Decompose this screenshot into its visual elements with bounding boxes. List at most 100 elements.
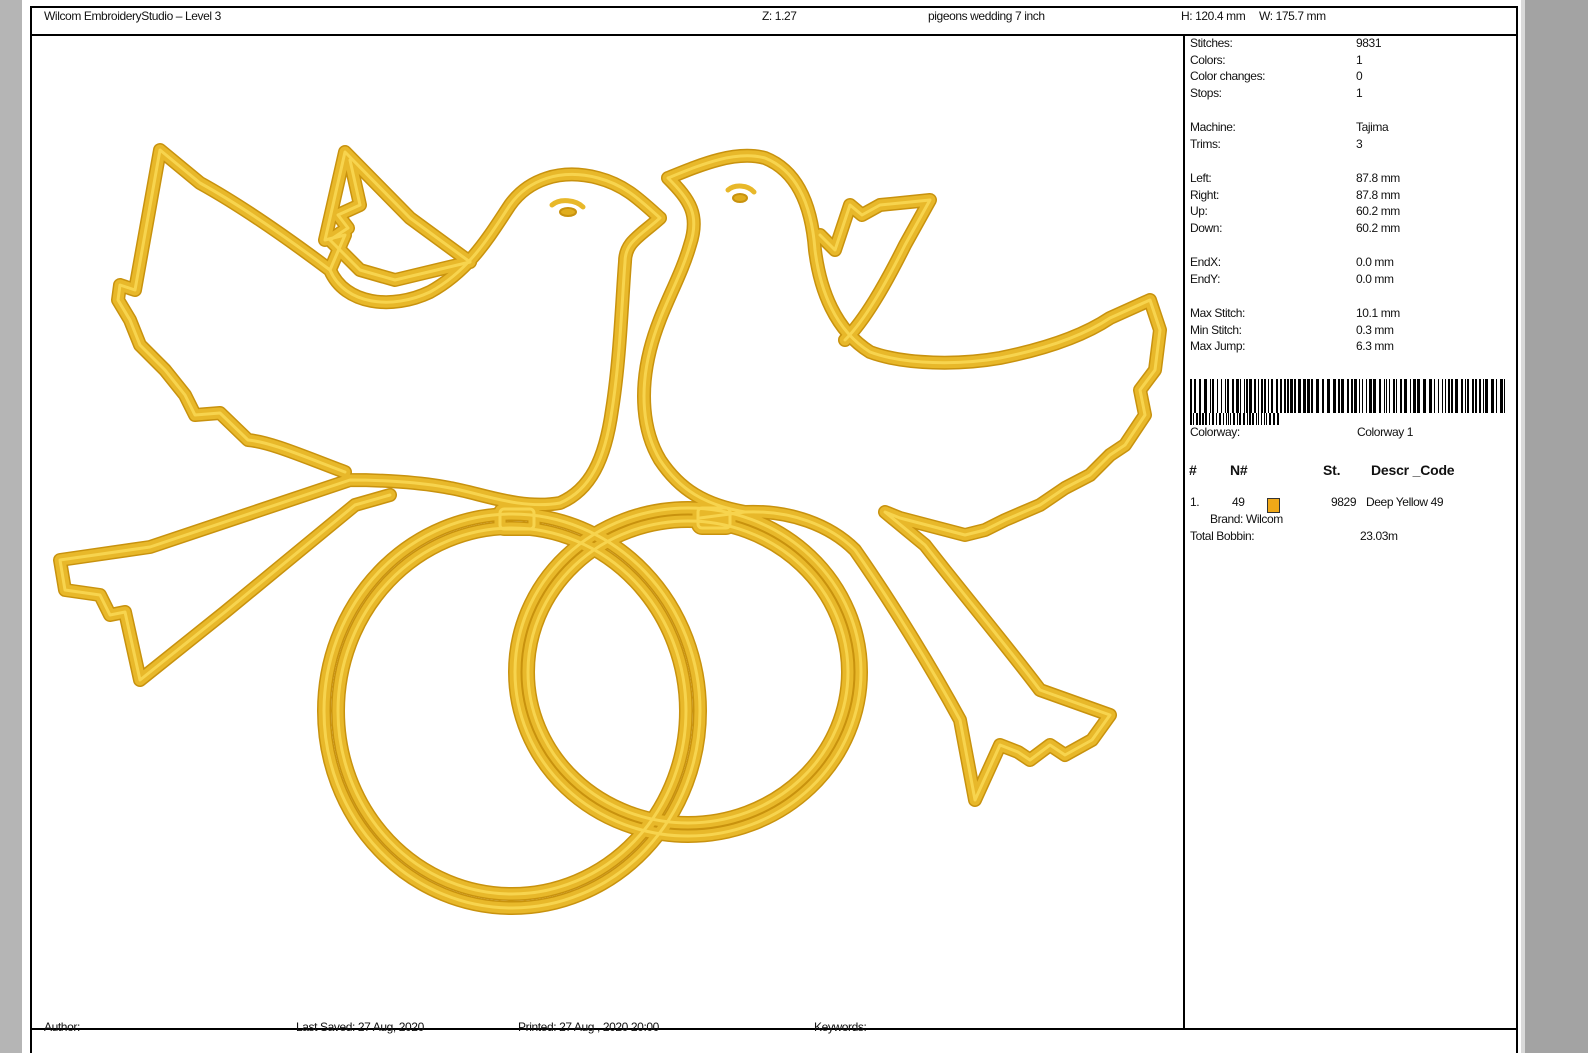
barcode-bar [1491, 379, 1494, 413]
barcode-bar [1448, 379, 1450, 413]
stat-label: Stops: [1190, 86, 1222, 100]
barcode-bar [1271, 379, 1273, 413]
stat-value: Tajima [1356, 120, 1389, 134]
barcode-bar [1379, 379, 1381, 413]
barcode-bar [1202, 413, 1204, 425]
barcode-bar [1404, 379, 1407, 413]
barcode-icon [1190, 379, 1505, 425]
stat-label: Max Stitch: [1190, 306, 1245, 320]
left-dove-brow [549, 198, 586, 210]
barcode-bar [1472, 379, 1474, 413]
barcode-bar [1209, 413, 1210, 425]
barcode-bar [1269, 413, 1271, 425]
barcode-bar [1190, 379, 1192, 413]
barcode-bar [1455, 379, 1458, 413]
colorway-value: Colorway 1 [1357, 425, 1414, 439]
left-dove-eye [559, 207, 577, 217]
right-dove-eye [732, 193, 748, 203]
barcode-bar [1240, 379, 1241, 413]
col-description: Descr _Code [1371, 462, 1455, 478]
barcode-bar [1247, 413, 1248, 425]
info-panel-divider [1183, 35, 1185, 1029]
barcode-bar [1190, 413, 1192, 425]
barcode-bar [1290, 379, 1293, 413]
barcode-bar [1261, 413, 1262, 425]
barcode-bar [1307, 379, 1310, 413]
barcode-bar [1284, 379, 1286, 413]
barcode-bar [1199, 413, 1201, 425]
barcode-bar [1413, 379, 1416, 413]
barcode-bar [1322, 379, 1324, 413]
colorway-label: Colorway: [1190, 425, 1240, 439]
barcode-bar [1212, 413, 1214, 425]
barcode-bar [1316, 379, 1319, 413]
barcode-bar [1311, 379, 1313, 413]
author-label: Author: [44, 1020, 80, 1034]
col-number: # [1189, 462, 1197, 478]
barcode-bar [1400, 379, 1402, 413]
barcode-bar [1393, 379, 1395, 413]
stat-value: 1 [1356, 86, 1363, 100]
barcode-bar [1246, 379, 1248, 413]
stat-label: Machine: [1190, 120, 1236, 134]
stat-label: Stitches: [1190, 36, 1233, 50]
thread-color-swatch [1267, 498, 1280, 513]
barcode-bar [1216, 413, 1217, 425]
barcode-bar [1256, 413, 1257, 425]
barcode-bar [1423, 379, 1426, 413]
design-name: pigeons wedding 7 inch [928, 9, 1045, 23]
color-row-description: Deep Yellow 49 [1366, 495, 1444, 509]
barcode-bar [1196, 413, 1198, 425]
barcode-bar [1303, 379, 1306, 413]
barcode-bar [1252, 413, 1254, 425]
stat-value: 3 [1356, 137, 1363, 151]
stat-value: 6.3 mm [1356, 339, 1394, 353]
barcode-bar [1351, 379, 1353, 413]
stat-label: Colors: [1190, 53, 1226, 67]
barcode-bar [1442, 379, 1443, 413]
barcode-bar [1410, 379, 1411, 413]
barcode-bar [1384, 379, 1385, 413]
barcode [1190, 379, 1510, 430]
barcode-bar [1228, 413, 1229, 425]
stat-label: Up: [1190, 204, 1208, 218]
barcode-bar [1268, 379, 1269, 413]
barcode-bar [1232, 379, 1234, 413]
barcode-bar [1277, 413, 1279, 425]
barcode-bar [1327, 379, 1330, 413]
barcode-bar [1445, 379, 1446, 413]
barcode-bar [1244, 379, 1245, 413]
total-bobbin-value: 23.03m [1360, 529, 1398, 543]
stat-label: Right: [1190, 188, 1219, 202]
barcode-bar [1438, 379, 1439, 413]
barcode-bar [1254, 379, 1256, 413]
barcode-bar [1194, 379, 1196, 413]
left-ring-outer [318, 508, 706, 914]
barcode-bar [1294, 379, 1296, 413]
barcode-bar [1258, 379, 1259, 413]
stat-value: 0.0 mm [1356, 255, 1394, 269]
barcode-bar [1227, 379, 1229, 413]
barcode-bar [1496, 379, 1497, 413]
last-saved: Last Saved: 27 Aug, 2020 [296, 1020, 424, 1034]
barcode-bar [1362, 379, 1363, 413]
stat-value: 0.3 mm [1356, 323, 1394, 337]
barcode-bar [1500, 379, 1503, 413]
color-row-needle: 49 [1232, 495, 1245, 509]
barcode-bar [1504, 379, 1505, 413]
barcode-bar [1298, 379, 1301, 413]
barcode-bar [1461, 379, 1463, 413]
barcode-bar [1273, 413, 1275, 425]
window-left-border [0, 0, 22, 1053]
barcode-bar [1483, 379, 1484, 413]
col-needle: N# [1230, 462, 1248, 478]
barcode-bar [1373, 379, 1376, 413]
barcode-bar [1434, 379, 1435, 413]
barcode-bar [1212, 379, 1214, 413]
stat-value: 0.0 mm [1356, 272, 1394, 286]
barcode-bar [1396, 379, 1397, 413]
barcode-bar [1226, 413, 1227, 425]
barcode-bar [1485, 379, 1488, 413]
keywords-label: Keywords: [814, 1020, 867, 1034]
color-row-stitches: 9829 [1331, 495, 1357, 509]
